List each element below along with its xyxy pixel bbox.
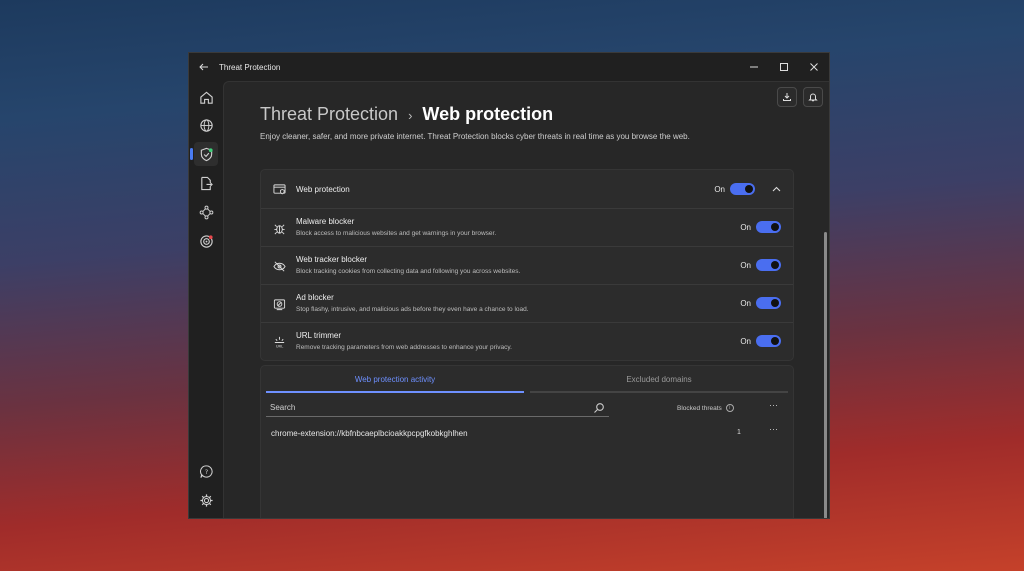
help-icon[interactable]: ? <box>194 459 218 483</box>
breadcrumb-parent[interactable]: Threat Protection <box>260 104 398 125</box>
tab-excluded-domains[interactable]: Excluded domains <box>530 371 788 393</box>
bug-icon <box>271 220 287 236</box>
app-window: Threat Protection ? Threat Protection › … <box>188 52 830 519</box>
search-input[interactable]: Search <box>266 399 609 417</box>
download-button[interactable] <box>777 87 797 107</box>
feature-title: Malware blocker <box>296 217 355 226</box>
row-more-options-icon[interactable]: ··· <box>769 424 778 434</box>
shield-icon[interactable] <box>190 142 218 166</box>
blocked-threats-header[interactable]: Blocked threats i <box>677 404 734 412</box>
activity-panel: Web protection activity Excluded domains… <box>260 365 794 518</box>
settings-icon[interactable] <box>194 488 218 512</box>
maximize-icon[interactable] <box>769 53 799 81</box>
tab-web-protection-activity[interactable]: Web protection activity <box>266 371 524 393</box>
minimize-icon[interactable] <box>739 53 769 81</box>
web-protection-header[interactable]: Web protection On <box>261 170 793 208</box>
tracker-blocker-toggle[interactable] <box>756 259 781 271</box>
url-trimmer-toggle[interactable] <box>756 335 781 347</box>
home-icon[interactable] <box>194 85 218 109</box>
feature-title: Web tracker blocker <box>296 255 367 264</box>
svg-text:?: ? <box>204 468 208 476</box>
info-icon[interactable]: i <box>725 404 734 412</box>
web-protection-label: Web protection <box>296 184 350 194</box>
ad-block-icon <box>271 296 287 312</box>
url-icon: URL <box>271 334 287 350</box>
active-indicator <box>190 148 193 160</box>
ad-blocker-toggle[interactable] <box>756 297 781 309</box>
search-icon[interactable] <box>593 402 605 414</box>
browser-shield-icon <box>271 181 287 197</box>
close-icon[interactable] <box>799 53 829 81</box>
web-protection-card: Web protection On Malware blocker Block … <box>260 169 794 361</box>
malware-blocker-toggle[interactable] <box>756 221 781 233</box>
download-icon <box>783 93 791 101</box>
feature-state: On <box>740 337 751 346</box>
feature-title: URL trimmer <box>296 331 342 340</box>
chevron-up-icon[interactable] <box>772 185 781 194</box>
blocked-count-cell: 1 <box>737 429 741 436</box>
feature-title: Ad blocker <box>296 293 334 302</box>
web-protection-toggle[interactable] <box>730 183 755 195</box>
feature-state: On <box>740 261 751 270</box>
svg-text:URL: URL <box>275 344 283 348</box>
search-placeholder: Search <box>270 403 296 412</box>
main-content: Threat Protection › Web protection Enjoy… <box>223 81 829 518</box>
feature-state: On <box>740 299 751 308</box>
feature-row-url: URL URL trimmer Remove tracking paramete… <box>261 322 793 360</box>
back-arrow-icon[interactable] <box>189 53 219 81</box>
sidebar: ? <box>189 81 223 518</box>
file-export-icon[interactable] <box>194 171 218 195</box>
domain-cell: chrome-extension://kbfnbcaeplbcioakkpcpg… <box>271 429 468 438</box>
meshnet-icon[interactable] <box>194 200 218 224</box>
feature-row-malware: Malware blocker Block access to maliciou… <box>261 208 793 246</box>
activity-tabs: Web protection activity Excluded domains <box>266 371 788 393</box>
feature-subtitle: Remove tracking parameters from web addr… <box>296 344 512 351</box>
target-icon[interactable] <box>194 229 218 253</box>
feature-state: On <box>740 223 751 232</box>
column-header-label: Blocked threats <box>677 404 722 412</box>
feature-subtitle: Block access to malicious websites and g… <box>296 230 497 237</box>
globe-icon[interactable] <box>194 113 218 137</box>
bell-icon <box>808 93 818 102</box>
eye-slash-icon <box>271 258 287 274</box>
page-title: Web protection <box>422 104 554 124</box>
breadcrumb: Threat Protection › Web protection <box>260 104 553 125</box>
page-description: Enjoy cleaner, safer, and more private i… <box>260 132 690 141</box>
breadcrumb-separator: › <box>408 108 413 123</box>
web-protection-state: On <box>714 184 725 194</box>
title-bar: Threat Protection <box>189 53 829 81</box>
window-title: Threat Protection <box>219 62 281 72</box>
feature-row-tracker: Web tracker blocker Block tracking cooki… <box>261 246 793 284</box>
scrollbar[interactable] <box>824 232 827 518</box>
notifications-button[interactable] <box>803 87 823 107</box>
feature-subtitle: Block tracking cookies from collecting d… <box>296 268 521 275</box>
more-options-icon[interactable]: ··· <box>769 400 778 410</box>
feature-row-ad: Ad blocker Stop flashy, intrusive, and m… <box>261 284 793 322</box>
feature-subtitle: Stop flashy, intrusive, and malicious ad… <box>296 306 529 313</box>
